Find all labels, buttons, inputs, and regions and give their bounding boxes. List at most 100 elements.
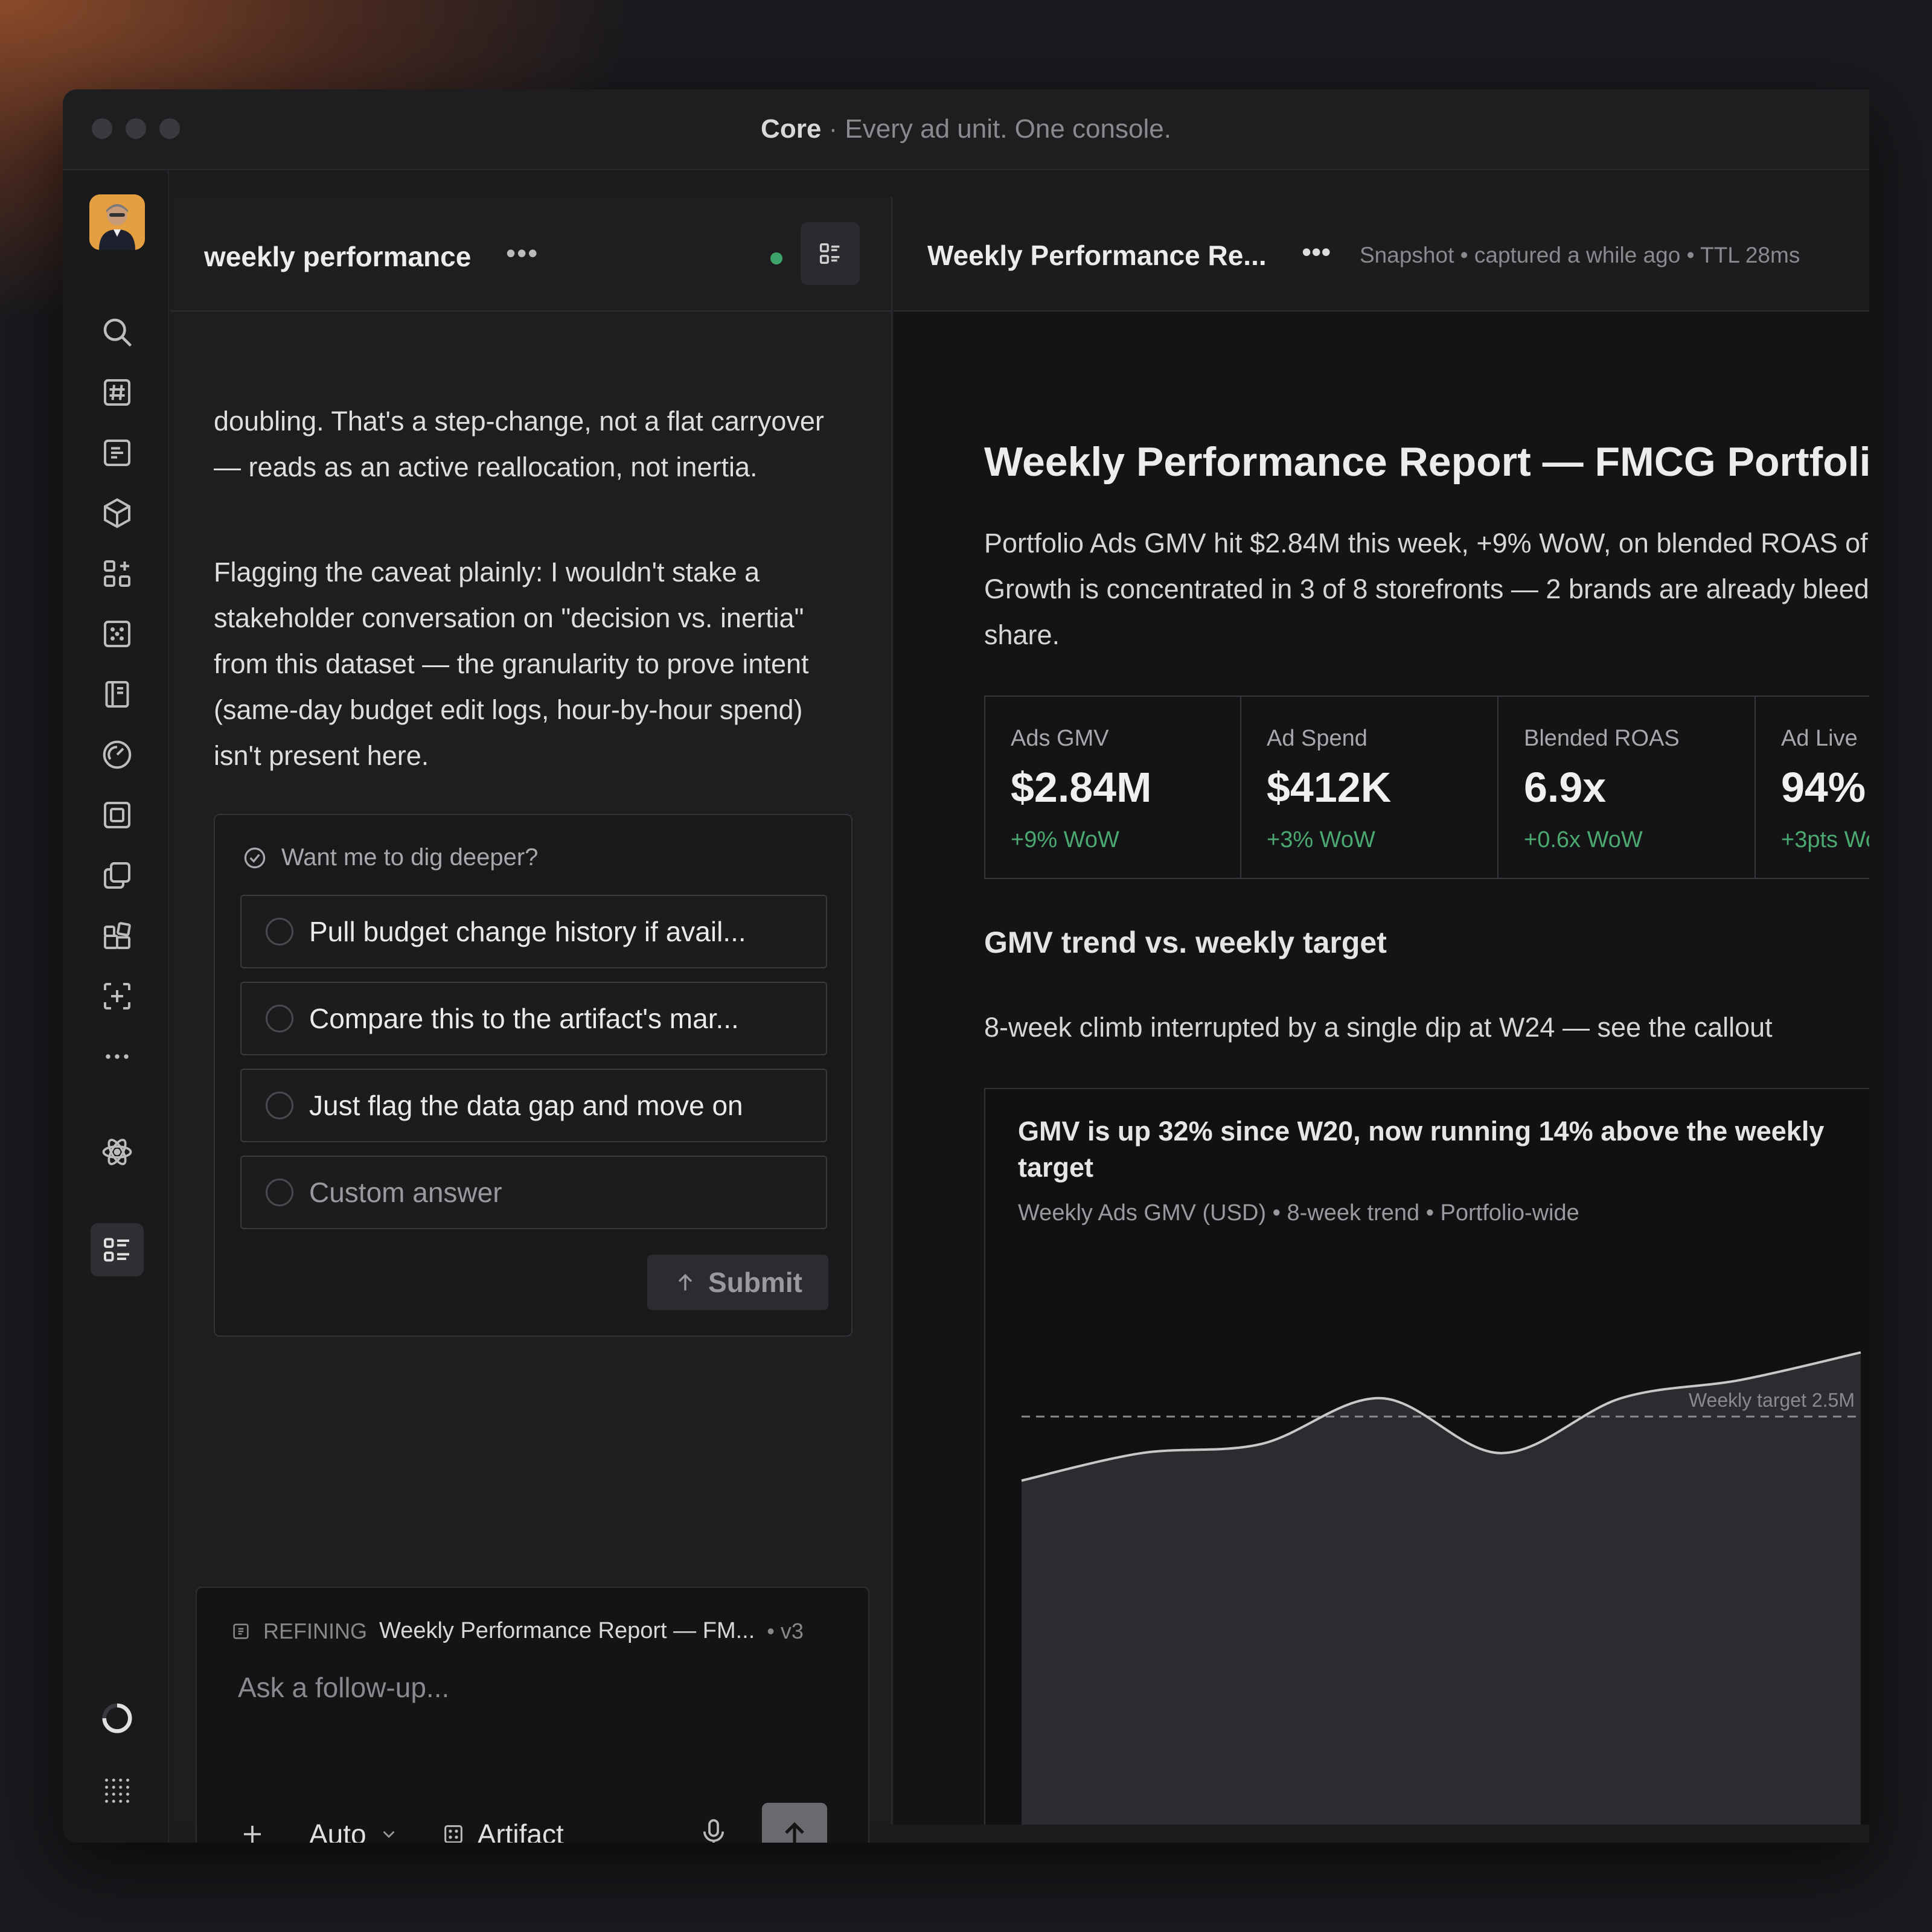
copy-icon[interactable] [98, 856, 136, 895]
send-button[interactable] [762, 1803, 827, 1843]
kpi-delta: +0.6x WoW [1524, 827, 1643, 852]
atom-icon[interactable] [98, 1133, 136, 1171]
gauge-icon[interactable] [98, 735, 136, 774]
artifact-icon [233, 1623, 249, 1639]
cube-icon[interactable] [98, 494, 136, 533]
followup-input[interactable] [238, 1671, 781, 1704]
kpi-delta: +3pts WoW [1781, 827, 1869, 852]
target-label: Weekly target 2.5M [1689, 1389, 1855, 1411]
section-description: 8-week climb interrupted by a single dip… [984, 1012, 1773, 1043]
kpi-delta: +9% WoW [1011, 827, 1119, 852]
section-title: GMV trend vs. weekly target [984, 926, 1387, 959]
gmv-area [1022, 1352, 1861, 1825]
add-attachment-button[interactable] [238, 1820, 267, 1843]
radio-button[interactable] [266, 1179, 293, 1206]
sidebar-rail [63, 170, 169, 1843]
window-controls[interactable] [92, 118, 180, 139]
kpi-label: Blended ROAS [1524, 726, 1680, 751]
grid-plus-icon[interactable] [98, 554, 136, 593]
microphone-button[interactable] [697, 1816, 731, 1843]
brand-tagline: · Every ad unit. One console. [828, 114, 1171, 144]
refining-label: REFINING [263, 1618, 368, 1643]
option-label: Compare this to the artifact's mar... [309, 1003, 739, 1034]
followup-question-card: Want me to dig deeper? Pull budget chang… [214, 814, 852, 1337]
window-title: Core · Every ad unit. One console. [761, 114, 1171, 144]
book-icon[interactable] [98, 675, 136, 714]
artifact-header: Weekly Performance Re... ••• Snapshot • … [894, 197, 1869, 312]
assistant-message-1: doubling. That's a step-change, not a fl… [214, 406, 824, 482]
kpi-label: Ad Spend [1267, 726, 1367, 751]
report-summary: Portfolio Ads GMV hit $2.84M this week, … [984, 528, 1869, 650]
artifact-pane: Weekly Performance Re... ••• Snapshot • … [894, 197, 1869, 1825]
option-label: Pull budget change history if avail... [309, 916, 746, 947]
refining-title: Weekly Performance Report — FM... [379, 1618, 755, 1643]
refining-version: • v3 [767, 1618, 804, 1643]
search-icon[interactable] [98, 313, 136, 351]
composer: REFINING Weekly Performance Report — FM.… [196, 1587, 869, 1843]
chat-header: weekly performance ••• [170, 197, 891, 312]
mode-label: Auto [309, 1818, 366, 1843]
mode-selector[interactable]: Auto [309, 1818, 399, 1843]
plus-icon [244, 1826, 261, 1843]
followup-header: Want me to dig deeper? [242, 844, 538, 871]
chat-more-button[interactable]: ••• [506, 237, 539, 269]
artifact-more-button[interactable]: ••• [1302, 235, 1331, 268]
loader-icon [98, 1699, 136, 1738]
followup-prompt: Want me to dig deeper? [281, 844, 539, 871]
snapshot-meta: Snapshot • captured a while ago • TTL 28… [1360, 243, 1800, 267]
composer-toolbar: Auto Artifact [238, 1803, 827, 1843]
chevron-down-icon [383, 1831, 395, 1838]
list-icon[interactable] [91, 1223, 144, 1276]
avatar[interactable] [89, 194, 145, 250]
kpi-card-blended-roas: Blended ROAS 6.9x +0.6x WoW [1499, 696, 1756, 879]
hash-icon[interactable] [98, 373, 136, 412]
option-compare-artifact[interactable]: Compare this to the artifact's mar... [240, 982, 827, 1055]
artifact-toggle[interactable]: Artifact [441, 1818, 564, 1843]
brand-name: Core [761, 114, 822, 144]
more-icon[interactable] [98, 1037, 136, 1076]
kpi-label: Ad Live [1781, 726, 1858, 751]
kpi-label: Ads GMV [1011, 726, 1109, 751]
layout-icon [819, 243, 840, 264]
check-circle-icon [244, 847, 266, 868]
option-pull-budget-history[interactable]: Pull budget change history if avail... [240, 895, 827, 968]
title-bar: Core · Every ad unit. One console. [63, 89, 1869, 170]
artifact-tab-title[interactable]: Weekly Performance Re... [927, 239, 1267, 272]
chart-canvas: Weekly target 2.5M [1021, 1351, 1861, 1825]
radio-button[interactable] [266, 1005, 293, 1032]
kpi-value: 94% [1781, 764, 1866, 811]
kpi-card-ads-gmv: Ads GMV $2.84M +9% WoW [984, 696, 1241, 879]
radio-button[interactable] [266, 1092, 293, 1119]
submit-label: Submit [708, 1267, 802, 1298]
minimize-window-button[interactable] [126, 118, 146, 139]
document-icon[interactable] [98, 433, 136, 472]
kpi-value: $412K [1267, 764, 1392, 811]
kpi-value: 6.9x [1524, 764, 1607, 811]
maximize-window-button[interactable] [159, 118, 180, 139]
close-window-button[interactable] [92, 118, 112, 139]
refining-context[interactable]: REFINING Weekly Performance Report — FM.… [231, 1618, 804, 1644]
option-label: Just flag the data gap and move on [309, 1090, 743, 1121]
option-custom-answer[interactable]: Custom answer [240, 1156, 827, 1229]
chat-title[interactable]: weekly performance [204, 240, 471, 273]
blocks-icon[interactable] [98, 916, 136, 955]
arrow-up-icon [785, 1822, 804, 1843]
chat-pane: weekly performance ••• doubling. That's … [170, 197, 939, 1843]
option-flag-data-gap[interactable]: Just flag the data gap and move on [240, 1069, 827, 1142]
scan-plus-icon[interactable] [98, 977, 136, 1016]
grid-icon[interactable] [98, 1771, 136, 1810]
status-dot [770, 252, 782, 264]
kpi-row: Ads GMV $2.84M +9% WoW Ad Spend $412K +3… [984, 696, 1869, 879]
artifact-label: Artifact [477, 1818, 564, 1843]
artifact-icon [444, 1825, 462, 1843]
submit-button[interactable]: Submit [647, 1255, 828, 1310]
frame-icon[interactable] [98, 796, 136, 834]
kpi-delta: +3% WoW [1267, 827, 1375, 852]
microphone-icon [703, 1819, 724, 1843]
kpi-card-ad-live: Ad Live 94% +3pts WoW [1756, 696, 1869, 879]
radio-button[interactable] [266, 918, 293, 945]
option-label: Custom answer [309, 1177, 502, 1208]
dotted-square-icon[interactable] [98, 615, 136, 653]
panel-toggle-button[interactable] [801, 222, 860, 285]
report-title: Weekly Performance Report — FMCG Portfol… [984, 439, 1869, 485]
